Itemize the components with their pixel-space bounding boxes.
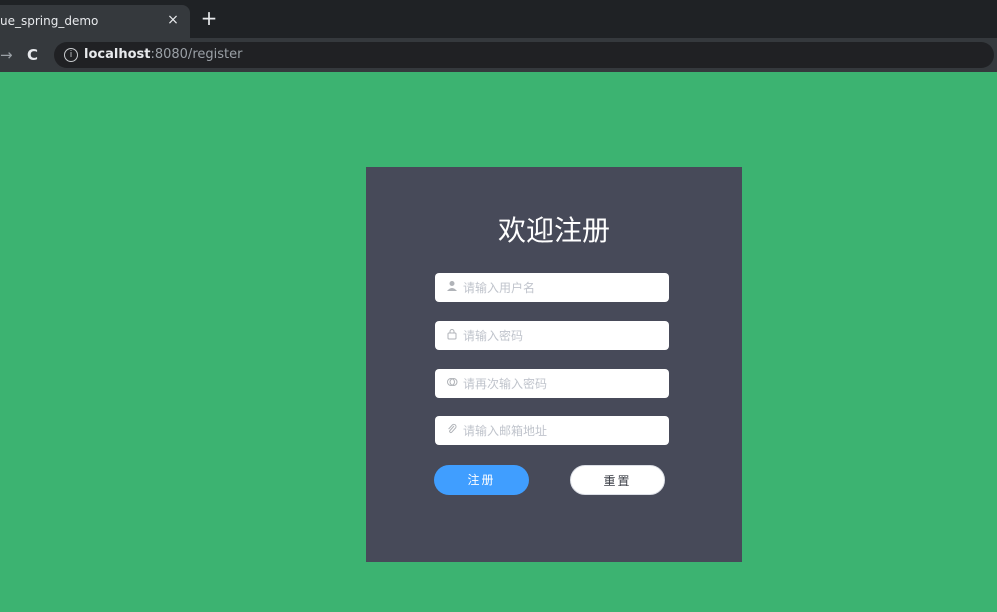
active-tab[interactable]: ue_spring_demo × — [0, 5, 190, 38]
username-field[interactable] — [435, 273, 669, 302]
browser-window: ue_spring_demo × + → C i localhost:8080/… — [0, 0, 997, 612]
username-input[interactable] — [463, 273, 663, 302]
address-toolbar: → C i localhost:8080/register — [0, 38, 997, 72]
circle-check-icon — [445, 376, 459, 390]
url-text[interactable]: localhost:8080/register — [84, 47, 242, 62]
url-host: localhost — [84, 47, 151, 62]
email-input[interactable] — [463, 416, 663, 445]
forward-icon[interactable]: → — [0, 45, 14, 65]
register-button[interactable]: 注册 — [434, 465, 529, 495]
password-field[interactable] — [435, 321, 669, 350]
email-field[interactable] — [435, 416, 669, 445]
user-icon — [445, 280, 459, 294]
new-tab-icon[interactable]: + — [199, 8, 219, 29]
tab-title: ue_spring_demo — [0, 14, 99, 28]
tab-bar: ue_spring_demo × + — [0, 0, 997, 38]
reload-icon[interactable]: C — [27, 45, 43, 65]
reset-button[interactable]: 重置 — [570, 465, 665, 495]
password-input[interactable] — [463, 321, 663, 350]
info-icon[interactable]: i — [64, 48, 78, 62]
close-tab-icon[interactable]: × — [164, 11, 182, 29]
url-path: :8080/register — [150, 47, 243, 62]
lock-icon — [445, 328, 459, 342]
address-bar[interactable]: i localhost:8080/register — [54, 42, 994, 68]
paperclip-icon — [445, 423, 459, 437]
password-confirm-input[interactable] — [463, 369, 663, 398]
page-title: 欢迎注册 — [497, 214, 610, 247]
register-card: 欢迎注册 注册 重置 — [366, 167, 742, 562]
password-confirm-field[interactable] — [435, 369, 669, 398]
